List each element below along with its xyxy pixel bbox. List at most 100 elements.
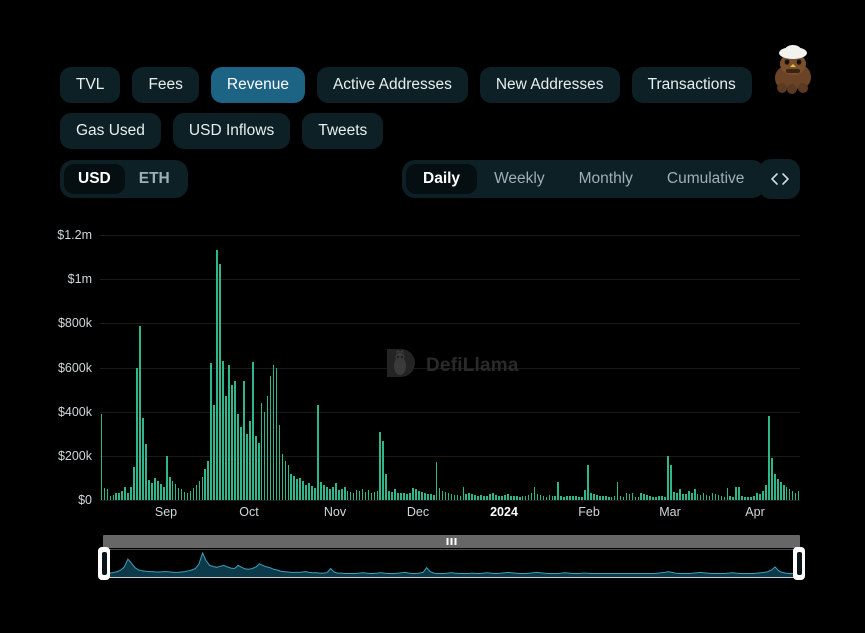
chart-bar <box>566 496 568 500</box>
chart-bar <box>228 365 230 500</box>
chart-bar <box>688 491 690 500</box>
chart-bar <box>210 363 212 500</box>
chart-bar <box>317 405 319 500</box>
metric-tab-revenue[interactable]: Revenue <box>211 67 305 103</box>
chart-bar <box>344 487 346 500</box>
chart-bar <box>445 492 447 500</box>
metric-tab-usd-inflows[interactable]: USD Inflows <box>173 113 290 149</box>
metric-tab-new-addresses[interactable]: New Addresses <box>480 67 620 103</box>
chart-bar <box>255 436 257 500</box>
currency-option-usd[interactable]: USD <box>64 164 125 194</box>
chart-bar <box>599 496 601 500</box>
chart-bar <box>427 494 429 500</box>
chart-bar <box>115 493 117 500</box>
chart-bar <box>768 416 770 500</box>
interval-option-weekly[interactable]: Weekly <box>477 164 562 194</box>
chart-bar <box>145 444 147 500</box>
chart-bar <box>703 493 705 500</box>
metric-tab-tweets[interactable]: Tweets <box>302 113 383 149</box>
chart-bar <box>353 493 355 500</box>
chart-bar <box>729 496 731 500</box>
chart-bar <box>706 495 708 500</box>
chart-bar <box>448 493 450 500</box>
interval-option-daily[interactable]: Daily <box>406 164 477 194</box>
chart-bar <box>169 477 171 500</box>
code-brackets-icon <box>770 172 790 186</box>
chart-plot-area[interactable] <box>100 235 800 500</box>
chart-bar <box>676 493 678 500</box>
chart-bar <box>296 479 298 500</box>
y-tick-label: $1.2m <box>57 228 92 242</box>
chart-bar <box>626 493 628 500</box>
chart-bar <box>267 396 269 500</box>
interval-option-cumulative[interactable]: Cumulative <box>650 164 762 194</box>
range-drag-bar[interactable] <box>103 535 800 548</box>
chart-bar <box>498 496 500 500</box>
chart-bar <box>148 480 150 500</box>
chart-bar <box>552 496 554 500</box>
chart-bar <box>537 494 539 500</box>
chart-bar <box>391 492 393 500</box>
chart-bar <box>285 461 287 500</box>
chart-bar <box>463 487 465 500</box>
chart-bar <box>216 250 218 500</box>
chart-bar <box>187 493 189 500</box>
currency-option-eth[interactable]: ETH <box>125 164 184 194</box>
chart-bar <box>142 418 144 500</box>
chart-bar <box>738 487 740 500</box>
y-tick-label: $600k <box>58 361 92 375</box>
chart-bar <box>323 485 325 500</box>
metric-tab-fees[interactable]: Fees <box>132 67 198 103</box>
chart-bar <box>101 414 103 500</box>
metric-tab-tvl[interactable]: TVL <box>60 67 120 103</box>
metric-tab-transactions[interactable]: Transactions <box>632 67 752 103</box>
chart-bar <box>308 483 310 500</box>
chart-bar <box>563 497 565 500</box>
chart-bar <box>184 492 186 500</box>
chart-bar <box>741 496 743 500</box>
y-tick-label: $800k <box>58 316 92 330</box>
chart-bar <box>632 493 634 500</box>
chart-bar <box>243 381 245 500</box>
chart-bar <box>368 490 370 500</box>
revenue-chart: $0$200k$400k$600k$800k$1m$1.2m SepOctNov… <box>0 235 865 525</box>
chart-bar <box>219 264 221 500</box>
range-start-handle[interactable] <box>98 547 110 580</box>
chart-bar <box>400 493 402 500</box>
chart-bar <box>181 489 183 500</box>
range-end-handle[interactable] <box>793 547 805 580</box>
chart-bar <box>190 491 192 500</box>
chart-bar <box>638 497 640 500</box>
chart-bar <box>326 487 328 500</box>
chart-bar <box>608 497 610 500</box>
chart-range-slider[interactable] <box>103 535 800 577</box>
range-overview-track[interactable] <box>103 549 800 578</box>
y-axis-labels: $0$200k$400k$600k$800k$1m$1.2m <box>0 235 100 500</box>
chart-bar <box>605 496 607 500</box>
chart-bar <box>643 494 645 500</box>
metric-tab-active-addresses[interactable]: Active Addresses <box>317 67 468 103</box>
chart-bar <box>635 497 637 500</box>
chart-bar <box>347 491 349 500</box>
chart-bar <box>670 465 672 500</box>
chart-bar <box>575 496 577 500</box>
interval-option-monthly[interactable]: Monthly <box>562 164 650 194</box>
x-axis-labels: SepOctNovDec2024FebMarApr <box>100 505 800 529</box>
chart-bar <box>777 479 779 500</box>
chart-bar <box>225 396 227 500</box>
chart-bar <box>237 414 239 500</box>
metric-tab-gas-used[interactable]: Gas Used <box>60 113 161 149</box>
chart-bar <box>288 465 290 500</box>
interval-toggle[interactable]: Daily Weekly Monthly Cumulative <box>402 160 765 198</box>
currency-toggle[interactable]: USD ETH <box>60 160 188 198</box>
chart-bar <box>780 482 782 500</box>
chart-bar <box>270 376 272 500</box>
chart-bar <box>584 490 586 500</box>
chart-bar <box>617 482 619 500</box>
chart-bar <box>590 493 592 500</box>
chart-bar <box>486 496 488 500</box>
drag-grip-icon[interactable] <box>446 538 457 545</box>
chart-bar <box>436 462 438 500</box>
chart-bar <box>424 493 426 500</box>
embed-code-button[interactable] <box>759 159 800 199</box>
